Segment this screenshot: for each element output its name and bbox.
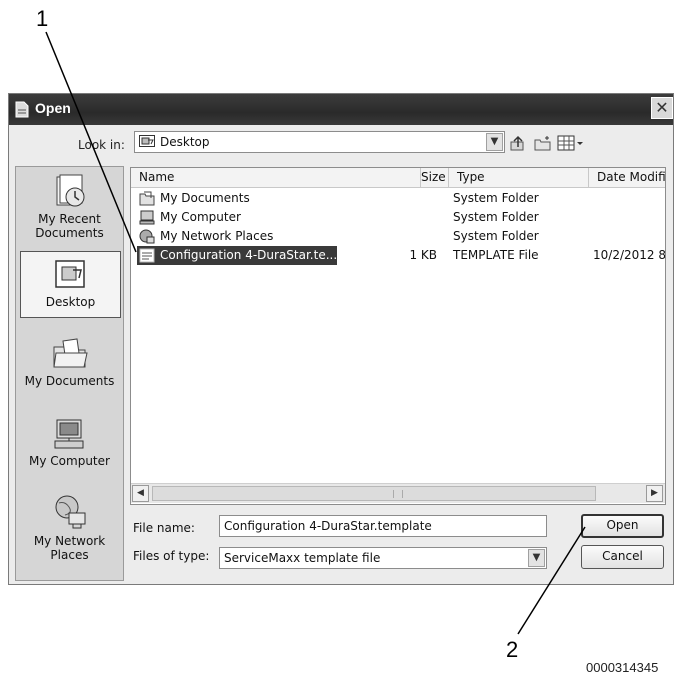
open-dialog: Open ✕ Look in: Desktop ▼ My Recent Docu…	[8, 93, 674, 585]
files-of-type-value: ServiceMaxx template file	[224, 551, 381, 565]
scroll-left-icon[interactable]: ◀	[132, 485, 149, 502]
file-list: Name Size Type Date Modified My Document…	[130, 167, 666, 505]
column-header-size[interactable]: Size	[421, 168, 449, 188]
recent-documents-icon	[56, 174, 84, 207]
template-file-icon	[139, 248, 155, 263]
place-my-network-places[interactable]: My Network Places	[16, 493, 123, 562]
close-button[interactable]: ✕	[651, 97, 673, 119]
place-label: My Recent Documents	[35, 212, 104, 240]
place-my-computer[interactable]: My Computer	[16, 417, 123, 468]
scrollbar-grip	[393, 490, 403, 498]
place-label: My Computer	[29, 454, 110, 468]
files-of-type-label: Files of type:	[133, 549, 210, 563]
network-icon	[139, 229, 155, 244]
new-folder-icon[interactable]	[533, 134, 553, 152]
files-of-type-dropdown[interactable]: ServiceMaxx template file ▼	[219, 547, 547, 569]
title-bar[interactable]: Open ✕	[9, 94, 673, 125]
callout-number-2: 2	[506, 637, 519, 662]
file-name: Configuration 4-DuraStar.te...	[160, 248, 338, 262]
file-size: 1 KB	[409, 248, 437, 262]
file-type: TEMPLATE File	[453, 248, 539, 262]
places-bar: My Recent Documents Desktop My Documents	[15, 166, 124, 581]
list-item-selected[interactable]: Configuration 4-DuraStar.te... 1 KB TEMP…	[131, 246, 666, 265]
list-item[interactable]: My Network Places System Folder	[131, 227, 665, 246]
callout-number-1: 1	[36, 6, 49, 31]
my-computer-icon	[54, 419, 83, 449]
look-in-label: Look in:	[78, 138, 125, 152]
list-item[interactable]: My Documents System Folder	[131, 189, 665, 208]
folder-icon	[139, 191, 155, 206]
scrollbar-thumb[interactable]	[152, 486, 596, 501]
my-documents-icon	[52, 338, 88, 368]
column-header-name[interactable]: Name	[131, 168, 421, 188]
computer-icon	[139, 210, 155, 225]
desktop-icon	[139, 135, 155, 147]
file-type: System Folder	[453, 191, 539, 205]
place-my-documents[interactable]: My Documents	[16, 337, 123, 388]
file-date: 10/2/2012 8:2	[593, 248, 666, 262]
place-label: Desktop	[45, 295, 96, 309]
file-name-label: File name:	[133, 521, 195, 535]
desktop-icon	[54, 260, 85, 288]
view-menu-icon[interactable]	[557, 134, 585, 152]
column-header-date-modified[interactable]: Date Modified	[589, 168, 665, 188]
network-places-icon	[55, 495, 85, 529]
file-name-field[interactable]: Configuration 4-DuraStar.template	[219, 515, 547, 537]
scroll-right-icon[interactable]: ▶	[646, 485, 663, 502]
open-button[interactable]: Open	[581, 514, 664, 538]
file-type: System Folder	[453, 229, 539, 243]
place-label: My Documents	[24, 374, 115, 388]
cancel-button[interactable]: Cancel	[581, 545, 664, 569]
column-header-type[interactable]: Type	[449, 168, 589, 188]
chevron-down-icon[interactable]: ▼	[486, 133, 503, 151]
chevron-down-icon[interactable]: ▼	[528, 549, 545, 567]
figure-id: 0000314345	[586, 660, 659, 675]
open-document-icon	[15, 101, 29, 118]
up-folder-icon[interactable]	[509, 134, 527, 152]
place-desktop[interactable]: Desktop	[20, 251, 121, 318]
file-name: My Network Places	[160, 229, 274, 243]
list-item[interactable]: My Computer System Folder	[131, 208, 665, 227]
file-name: My Computer	[160, 210, 241, 224]
place-my-recent-documents[interactable]: My Recent Documents	[16, 173, 123, 240]
file-name: My Documents	[160, 191, 250, 205]
horizontal-scrollbar[interactable]: ◀ ▶	[131, 483, 665, 503]
look-in-dropdown[interactable]: Desktop ▼	[134, 131, 505, 153]
look-in-value: Desktop	[160, 135, 210, 149]
place-label: My Network Places	[33, 534, 106, 562]
file-type: System Folder	[453, 210, 539, 224]
dialog-title: Open	[35, 100, 71, 116]
